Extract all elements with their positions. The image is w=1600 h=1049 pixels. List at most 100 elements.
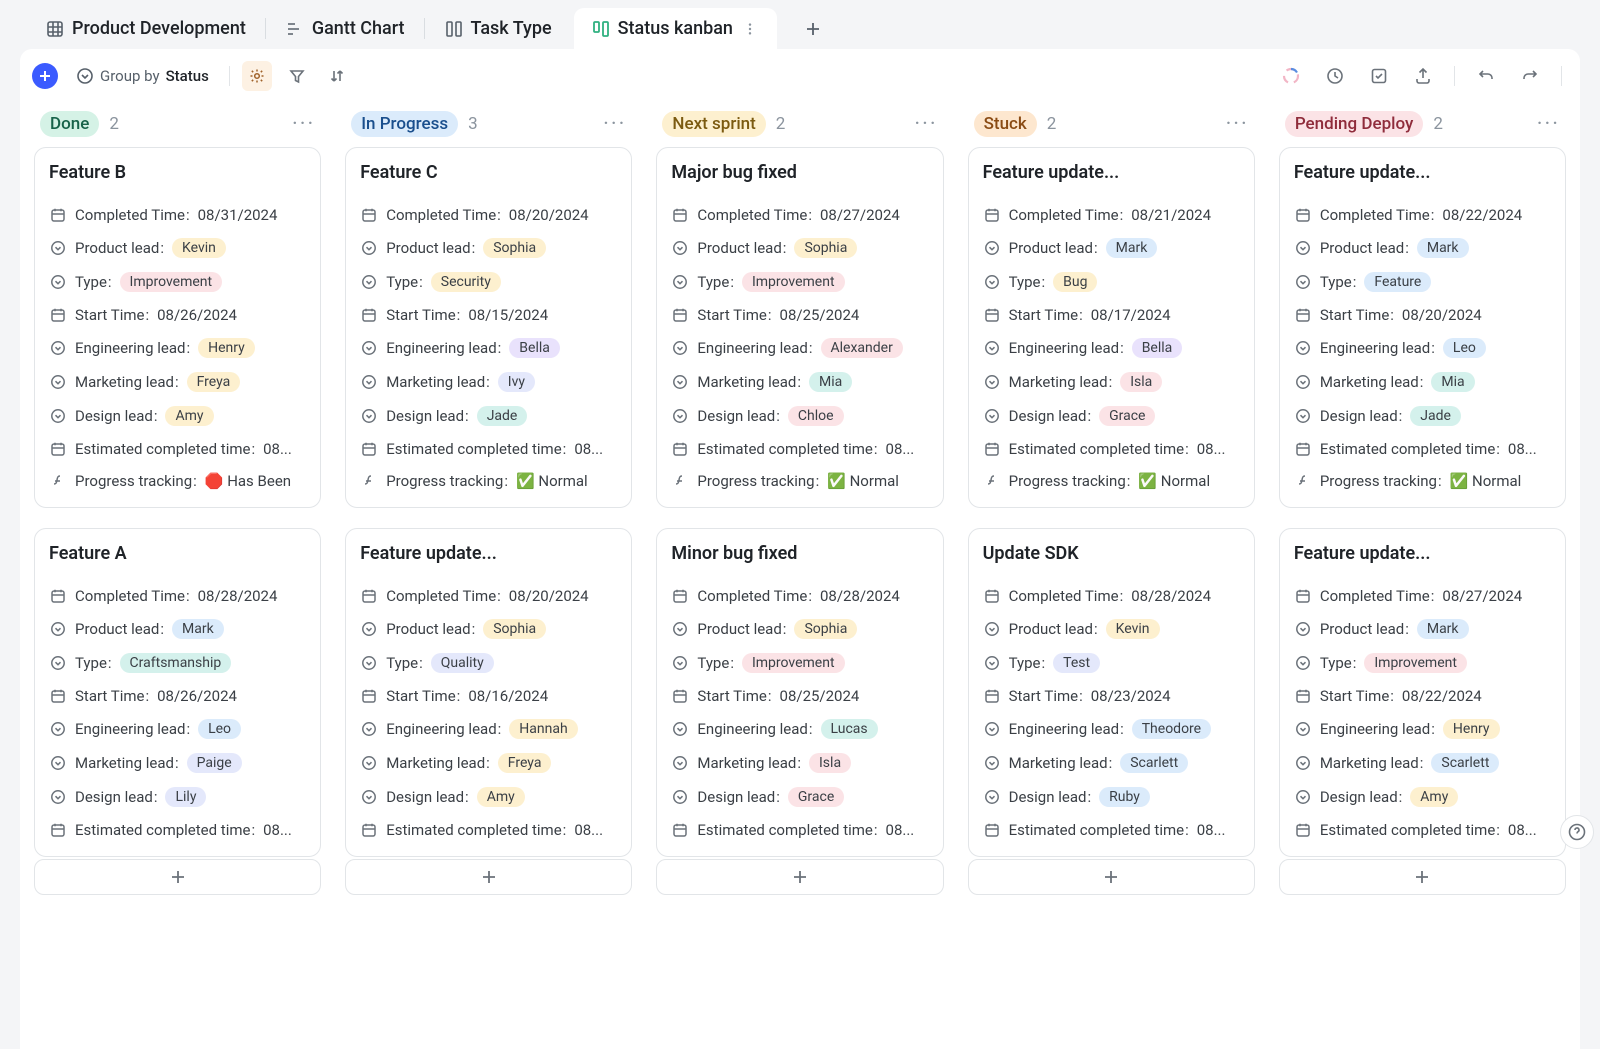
date-icon [49, 306, 67, 324]
card-field: Engineering lead Leo [49, 712, 306, 746]
redo-button[interactable] [1515, 61, 1545, 91]
tag: Bella [509, 338, 560, 358]
column-more-icon[interactable]: ··· [1537, 112, 1560, 137]
tab-status-kanban[interactable]: Status kanban [574, 8, 777, 49]
tab-label: Product Development [72, 18, 246, 39]
field-label: Estimated completed time [1009, 821, 1189, 839]
field-label: Engineering lead [1320, 720, 1435, 738]
card-field: Estimated completed time 08... [983, 814, 1240, 846]
status-chip[interactable]: In Progress [351, 111, 458, 137]
date-icon [983, 687, 1001, 705]
status-chip[interactable]: Next sprint [662, 111, 765, 137]
field-label: Marketing lead [1009, 373, 1113, 391]
tab-task-type[interactable]: Task Type [427, 8, 570, 49]
date-icon [360, 687, 378, 705]
card-field: Design lead Jade [360, 399, 617, 433]
settings-button[interactable] [242, 61, 272, 91]
field-label: Start Time [1320, 687, 1394, 705]
help-button[interactable] [1560, 815, 1594, 849]
tag: Improvement [1364, 653, 1467, 673]
select-icon [49, 239, 67, 257]
card-field: Estimated completed time 08... [983, 433, 1240, 465]
sort-button[interactable] [322, 61, 352, 91]
select-icon [360, 373, 378, 391]
tag: Amy [477, 787, 525, 807]
select-icon [983, 754, 1001, 772]
status-chip[interactable]: Stuck [974, 111, 1037, 137]
add-card-button[interactable] [345, 859, 632, 895]
add-card-button[interactable] [1279, 859, 1566, 895]
tab-gantt-chart[interactable]: Gantt Chart [268, 8, 423, 49]
add-record-button[interactable] [32, 63, 58, 89]
select-icon [983, 273, 1001, 291]
filter-button[interactable] [282, 61, 312, 91]
kanban-card[interactable]: Update SDK Completed Time 08/28/2024 Pro… [968, 528, 1255, 857]
kanban-card[interactable]: Minor bug fixed Completed Time 08/28/202… [656, 528, 943, 857]
field-label: Progress tracking [697, 472, 819, 490]
gantt-icon [286, 20, 304, 38]
tag: Improvement [120, 272, 223, 292]
column-header: Next sprint 2 ··· [656, 107, 943, 147]
fx-icon [49, 472, 67, 490]
field-label: Completed Time [1009, 206, 1124, 224]
fx-icon [1294, 472, 1312, 490]
tab-label: Gantt Chart [312, 18, 405, 39]
field-label: Design lead [1009, 788, 1091, 806]
add-card-button[interactable] [34, 859, 321, 895]
column-more-icon[interactable]: ··· [603, 112, 626, 137]
add-card-button[interactable] [968, 859, 1255, 895]
field-label: Engineering lead [75, 339, 190, 357]
kanban-card[interactable]: Feature update... Completed Time 08/27/2… [1279, 528, 1566, 857]
kanban-card[interactable]: Feature B Completed Time 08/31/2024 Prod… [34, 147, 321, 508]
tag: Paige [187, 753, 242, 773]
select-icon [360, 788, 378, 806]
card-title: Feature C [360, 162, 617, 183]
status-chip[interactable]: Done [40, 111, 99, 137]
kanban-card[interactable]: Feature update... Completed Time 08/22/2… [1279, 147, 1566, 508]
tag: Henry [1443, 719, 1500, 739]
date-icon [1294, 206, 1312, 224]
field-label: Engineering lead [697, 339, 812, 357]
kanban-card[interactable]: Feature C Completed Time 08/20/2024 Prod… [345, 147, 632, 508]
select-icon [983, 407, 1001, 425]
card-field: Marketing lead Ivy [360, 365, 617, 399]
tab-product-development[interactable]: Product Development [28, 8, 264, 49]
add-view-button[interactable] [793, 9, 833, 49]
card-field: Product lead Sophia [671, 612, 928, 646]
field-label: Type [75, 654, 112, 672]
kanban-card[interactable]: Feature update... Completed Time 08/21/2… [968, 147, 1255, 508]
status-chip[interactable]: Pending Deploy [1285, 111, 1424, 137]
tag: Improvement [742, 272, 845, 292]
kanban-card[interactable]: Feature update... Completed Time 08/20/2… [345, 528, 632, 857]
kanban-card[interactable]: Major bug fixed Completed Time 08/27/202… [656, 147, 943, 508]
history-button[interactable] [1320, 61, 1350, 91]
column-more-icon[interactable]: ··· [1226, 112, 1249, 137]
group-by-value: Status [166, 67, 209, 85]
card-field: Design lead Grace [983, 399, 1240, 433]
column-body: Major bug fixed Completed Time 08/27/202… [656, 147, 943, 857]
column-body: Feature C Completed Time 08/20/2024 Prod… [345, 147, 632, 857]
date-icon [360, 821, 378, 839]
kanban-card[interactable]: Feature A Completed Time 08/28/2024 Prod… [34, 528, 321, 857]
field-label: Type [1320, 654, 1357, 672]
column-header: Stuck 2 ··· [968, 107, 1255, 147]
field-value: 08/20/2024 [509, 587, 589, 605]
tag: Mark [172, 619, 224, 639]
card-field: Completed Time 08/20/2024 [360, 580, 617, 612]
card-field: Engineering lead Hannah [360, 712, 617, 746]
share-button[interactable] [1408, 61, 1438, 91]
checklist-button[interactable] [1364, 61, 1394, 91]
group-by-chip[interactable]: Group by Status [68, 61, 217, 91]
field-value: 08... [1508, 821, 1537, 839]
date-icon [671, 687, 689, 705]
tab-options-icon[interactable] [741, 22, 759, 36]
field-label: Progress tracking [1320, 472, 1442, 490]
column-more-icon[interactable]: ··· [292, 112, 315, 137]
kanban-column: In Progress 3 ··· Feature C Completed Ti… [345, 107, 632, 1049]
column-more-icon[interactable]: ··· [914, 112, 937, 137]
add-card-button[interactable] [656, 859, 943, 895]
undo-button[interactable] [1471, 61, 1501, 91]
field-label: Progress tracking [75, 472, 197, 490]
refresh-spinner-icon[interactable] [1276, 61, 1306, 91]
card-field: Start Time 08/25/2024 [671, 299, 928, 331]
